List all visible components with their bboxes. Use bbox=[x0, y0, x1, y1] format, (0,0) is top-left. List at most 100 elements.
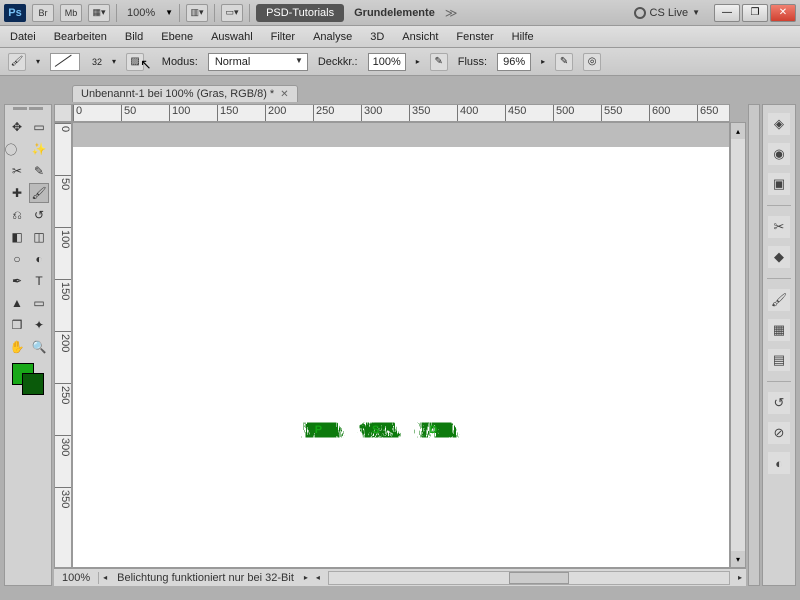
bridge-button[interactable]: Br bbox=[32, 4, 54, 22]
path-select-tool[interactable]: ▲ bbox=[7, 293, 27, 313]
adjustments-panel-icon[interactable]: ✂ bbox=[768, 216, 790, 238]
gradient-tool[interactable]: ◫ bbox=[29, 227, 49, 247]
scroll-down-icon[interactable]: ▾ bbox=[731, 551, 745, 567]
tablet-opacity-icon[interactable]: ✎ bbox=[430, 53, 448, 71]
shape-tool[interactable]: ▭ bbox=[29, 293, 49, 313]
tablet-size-icon[interactable]: ◎ bbox=[583, 53, 601, 71]
opacity-label: Deckkr.: bbox=[318, 56, 358, 68]
actions-panel-icon[interactable]: ⊘ bbox=[768, 422, 790, 444]
dodge-tool[interactable]: ◐ bbox=[29, 249, 49, 269]
menu-bar: Datei Bearbeiten Bild Ebene Auswahl Filt… bbox=[0, 26, 800, 48]
close-tab-icon[interactable]: ✕ bbox=[280, 89, 288, 100]
ruler-origin[interactable] bbox=[54, 104, 72, 122]
ruler-horizontal[interactable]: 050100150200250300350400450500550600650 bbox=[72, 104, 730, 122]
window-close-button[interactable]: ✕ bbox=[770, 4, 796, 22]
status-arrow-right[interactable]: ▸ bbox=[300, 573, 312, 582]
zoom-tool[interactable]: 🔍 bbox=[29, 337, 49, 357]
modus-label: Modus: bbox=[162, 56, 198, 68]
magic-wand-tool[interactable]: ✨ bbox=[29, 139, 49, 159]
document-tabs: Unbenannt-1 bei 100% (Gras, RGB/8) * ✕ bbox=[0, 82, 800, 102]
hscroll-left[interactable]: ◂ bbox=[312, 573, 324, 582]
info-panel-icon[interactable]: ◐ bbox=[768, 452, 790, 474]
screen-mode-button[interactable]: ▭▾ bbox=[221, 4, 243, 22]
workspace-name[interactable]: Grundelemente bbox=[350, 7, 439, 19]
document-title: Unbenannt-1 bei 100% (Gras, RGB/8) * bbox=[81, 88, 274, 100]
status-arrow-left[interactable]: ◂ bbox=[99, 573, 111, 582]
brush-panel-toggle[interactable]: ▨ bbox=[126, 53, 144, 71]
flow-label: Fluss: bbox=[458, 56, 487, 68]
menu-filter[interactable]: Filter bbox=[271, 31, 295, 43]
workspace-button[interactable]: PSD-Tutorials bbox=[256, 4, 344, 22]
window-minimize-button[interactable]: — bbox=[714, 4, 740, 22]
menu-bearbeiten[interactable]: Bearbeiten bbox=[54, 31, 107, 43]
paths-panel-icon[interactable]: ▣ bbox=[768, 173, 790, 195]
brush-preview[interactable] bbox=[50, 53, 80, 71]
cslive-icon bbox=[634, 7, 646, 19]
options-bar: 🖌▾ 32▾ ▨ ↖ Modus: Normal Deckkr.: 100%▸ … bbox=[0, 48, 800, 76]
menu-fenster[interactable]: Fenster bbox=[456, 31, 493, 43]
scrollbar-horizontal[interactable] bbox=[328, 571, 730, 585]
history-brush-tool[interactable]: ↺ bbox=[29, 205, 49, 225]
status-message: Belichtung funktioniert nur bei 32-Bit bbox=[111, 572, 300, 584]
panel-collapse-strip[interactable] bbox=[748, 104, 760, 586]
app-titlebar: Ps Br Mb ▦▾ 100%▼ ▥▾ ▭▾ PSD-Tutorials Gr… bbox=[0, 0, 800, 26]
window-maximize-button[interactable]: ❐ bbox=[742, 4, 768, 22]
minibridge-button[interactable]: Mb bbox=[60, 4, 82, 22]
hscroll-right[interactable]: ▸ bbox=[734, 573, 746, 582]
menu-ebene[interactable]: Ebene bbox=[161, 31, 193, 43]
brush-tool[interactable]: 🖌 bbox=[29, 183, 49, 203]
swatches-panel-icon[interactable]: ▤ bbox=[768, 349, 790, 371]
blend-mode-select[interactable]: Normal bbox=[208, 53, 308, 71]
menu-datei[interactable]: Datei bbox=[10, 31, 36, 43]
status-zoom[interactable]: 100% bbox=[54, 572, 99, 584]
menu-3d[interactable]: 3D bbox=[370, 31, 384, 43]
right-panel-dock: ◈ ◉ ▣ ✂ ◆ 🖌 ▦ ▤ ↺ ⊘ ◐ bbox=[762, 104, 796, 586]
channels-panel-icon[interactable]: ◉ bbox=[768, 143, 790, 165]
layers-panel-icon[interactable]: ◈ bbox=[768, 113, 790, 135]
crop-tool[interactable]: ✂ bbox=[7, 161, 27, 181]
menu-ansicht[interactable]: Ansicht bbox=[402, 31, 438, 43]
menu-auswahl[interactable]: Auswahl bbox=[211, 31, 253, 43]
scrollbar-thumb[interactable] bbox=[509, 572, 569, 584]
move-tool[interactable]: ✥ bbox=[7, 117, 27, 137]
styles-panel-icon[interactable]: ◆ bbox=[768, 246, 790, 268]
3d-tool[interactable]: ❒ bbox=[7, 315, 27, 335]
ruler-vertical[interactable]: 050100150200250300350 bbox=[54, 122, 72, 568]
blur-tool[interactable]: ○ bbox=[7, 249, 27, 269]
lasso-tool[interactable]: ⃝ bbox=[7, 139, 27, 159]
panel-grip[interactable] bbox=[8, 107, 48, 115]
view-extras-button[interactable]: ▦▾ bbox=[88, 4, 110, 22]
scroll-up-icon[interactable]: ▴ bbox=[731, 123, 745, 139]
tool-preset-icon[interactable]: 🖌 bbox=[8, 53, 26, 71]
hand-tool[interactable]: ✋ bbox=[7, 337, 27, 357]
menu-bild[interactable]: Bild bbox=[125, 31, 143, 43]
healing-brush-tool[interactable]: ✚ bbox=[7, 183, 27, 203]
canvas[interactable]: PSD PSD bbox=[72, 122, 730, 568]
menu-hilfe[interactable]: Hilfe bbox=[512, 31, 534, 43]
document-tab[interactable]: Unbenannt-1 bei 100% (Gras, RGB/8) * ✕ bbox=[72, 85, 298, 102]
tools-panel: ✥ ▭ ⃝ ✨ ✂ ✎ ✚ 🖌 ⎌ ↺ ◧ ◫ ○ ◐ ✒ T ▲ ▭ ❒ ✦ … bbox=[4, 104, 52, 586]
arrange-documents-button[interactable]: ▥▾ bbox=[186, 4, 208, 22]
zoom-level[interactable]: 100% bbox=[123, 7, 159, 19]
eraser-tool[interactable]: ◧ bbox=[7, 227, 27, 247]
background-color[interactable] bbox=[22, 373, 44, 395]
airbrush-icon[interactable]: ✎ bbox=[555, 53, 573, 71]
brush-panel-icon[interactable]: 🖌 bbox=[768, 289, 790, 311]
marquee-tool[interactable]: ▭ bbox=[29, 117, 49, 137]
canvas-artwork: PSD PSD bbox=[73, 123, 729, 567]
workspace-more-icon[interactable]: ≫ bbox=[445, 6, 458, 20]
eyedropper-tool[interactable]: ✎ bbox=[29, 161, 49, 181]
color-swatches[interactable] bbox=[10, 363, 46, 395]
menu-analyse[interactable]: Analyse bbox=[313, 31, 352, 43]
type-tool[interactable]: T bbox=[29, 271, 49, 291]
pen-tool[interactable]: ✒ bbox=[7, 271, 27, 291]
scrollbar-vertical[interactable]: ▴ ▾ bbox=[730, 122, 746, 568]
opacity-value[interactable]: 100% bbox=[368, 53, 406, 71]
clone-panel-icon[interactable]: ▦ bbox=[768, 319, 790, 341]
3d-camera-tool[interactable]: ✦ bbox=[29, 315, 49, 335]
history-panel-icon[interactable]: ↺ bbox=[768, 392, 790, 414]
flow-value[interactable]: 96% bbox=[497, 53, 531, 71]
cs-live[interactable]: CS Live▼ bbox=[634, 7, 700, 19]
clone-stamp-tool[interactable]: ⎌ bbox=[7, 205, 27, 225]
photoshop-logo: Ps bbox=[4, 4, 26, 22]
